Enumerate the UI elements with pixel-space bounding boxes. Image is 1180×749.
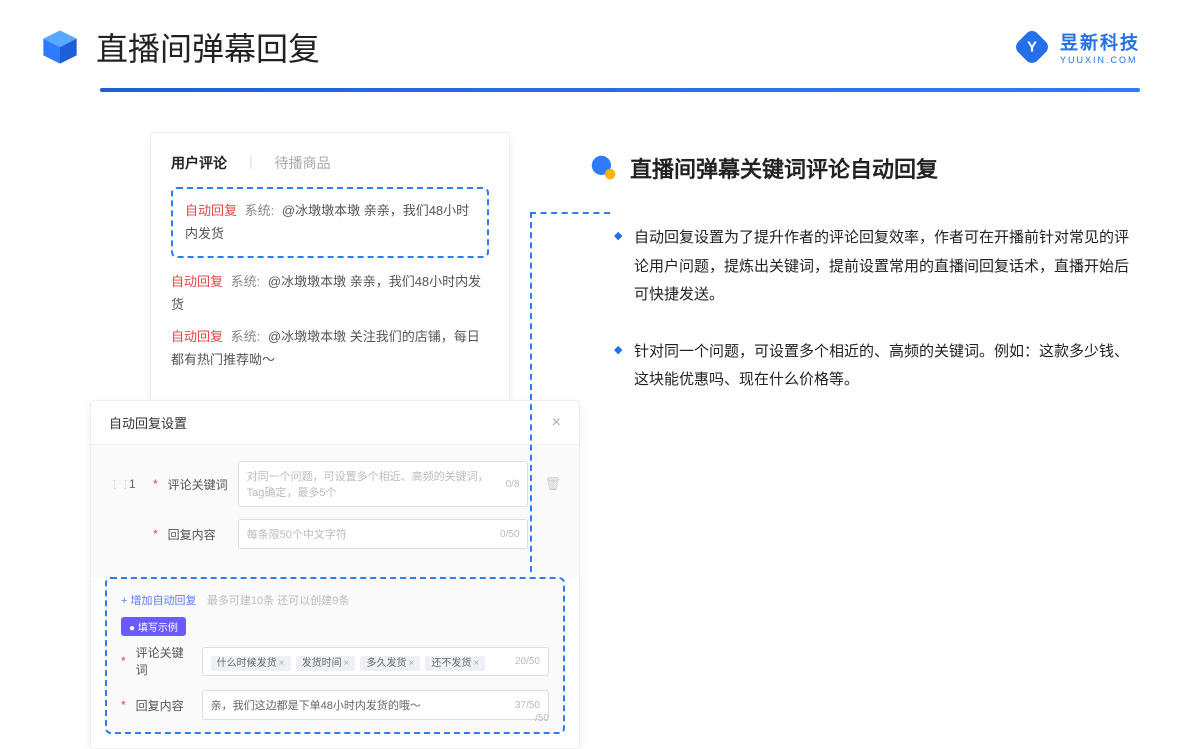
ex-content-text: 亲，我们这边都是下单48小时内发货的哦～ <box>211 697 421 713</box>
section-subtitle: 直播间弹幕关键词评论自动回复 <box>630 152 938 184</box>
tab-user-comments[interactable]: 用户评论 <box>171 153 227 173</box>
required-star-icon: * <box>153 477 158 491</box>
brand: Y 昱新科技 YUUXIN.COM <box>1014 29 1140 65</box>
keyword-tag[interactable]: 发货时间× <box>296 656 356 671</box>
row-number: 1 <box>129 477 143 491</box>
settings-dialog: 自动回复设置 × ⋮⋮ 1 * 评论关键词 对同一个问题，可设置多个相近、高频的… <box>90 400 580 749</box>
ex-content-label: 回复内容 <box>136 697 192 714</box>
tag-group: 什么时候发货× 发货时间× 多久发货× 还不发货× <box>211 654 488 669</box>
comments-card: 用户评论 | 待播商品 自动回复 系统: @冰墩墩本墩 亲亲，我们48小时内发货… <box>150 132 510 404</box>
system-tag: 系统: <box>231 274 261 289</box>
comment-line: 自动回复 系统: @冰墩墩本墩 亲亲，我们48小时内发货 <box>171 270 489 317</box>
title-wrap: 直播间弹幕回复 <box>40 24 320 70</box>
auto-reply-tag: 自动回复 <box>185 203 237 218</box>
add-hint: 最多可建10条 还可以创建9条 <box>207 595 349 607</box>
keyword-tag[interactable]: 多久发货× <box>360 656 420 671</box>
chat-bubble-icon <box>590 154 618 182</box>
highlighted-comment: 自动回复 系统: @冰墩墩本墩 亲亲，我们48小时内发货 <box>171 187 489 258</box>
required-star-icon: * <box>121 654 126 668</box>
keyword-input[interactable]: 对同一个问题，可设置多个相近、高频的关键词，Tag确定，最多5个 0/8 <box>238 461 529 507</box>
left-panel: 用户评论 | 待播商品 自动回复 系统: @冰墩墩本墩 亲亲，我们48小时内发货… <box>90 132 540 749</box>
ex-keyword-label: 评论关键词 <box>136 644 192 678</box>
brand-name: 昱新科技 <box>1060 29 1140 55</box>
ex-keyword-input[interactable]: 什么时候发货× 发货时间× 多久发货× 还不发货× 20/50 <box>202 647 549 676</box>
content-label: 回复内容 <box>168 526 228 543</box>
keyword-label: 评论关键词 <box>168 476 228 493</box>
add-row: + 增加自动回复 最多可建10条 还可以创建9条 <box>121 591 549 609</box>
tab-pending-goods[interactable]: 待播商品 <box>275 153 331 173</box>
form-section: ⋮⋮ 1 * 评论关键词 对同一个问题，可设置多个相近、高频的关键词，Tag确定… <box>91 445 579 577</box>
connector-line <box>530 212 532 572</box>
content: 用户评论 | 待播商品 自动回复 系统: @冰墩墩本墩 亲亲，我们48小时内发货… <box>0 92 1180 749</box>
required-star-icon: * <box>121 698 126 712</box>
auto-reply-tag: 自动回复 <box>171 329 223 344</box>
brand-sub: YUUXIN.COM <box>1060 55 1140 65</box>
keyword-placeholder: 对同一个问题，可设置多个相近、高频的关键词，Tag确定，最多5个 <box>247 468 506 500</box>
system-tag: 系统: <box>245 203 275 218</box>
ex-content-count: 37/50 <box>515 700 540 711</box>
svg-text:Y: Y <box>1027 39 1037 56</box>
keyword-count: 0/8 <box>506 479 520 490</box>
right-panel: 直播间弹幕关键词评论自动回复 自动回复设置为了提升作者的评论回复效率，作者可在开… <box>590 132 1140 749</box>
delete-icon[interactable]: 🗑 <box>544 476 561 492</box>
connector-line <box>530 212 610 214</box>
drag-handle-icon[interactable]: ⋮⋮ <box>109 478 119 491</box>
content-count: 0/50 <box>500 529 519 540</box>
brand-logo-icon: Y <box>1014 29 1050 65</box>
auto-reply-tag: 自动回复 <box>171 274 223 289</box>
cube-icon <box>40 27 80 67</box>
comment-line: 自动回复 系统: @冰墩墩本墩 关注我们的店铺，每日都有热门推荐呦～ <box>171 325 489 372</box>
outside-counter: /50 <box>535 713 549 724</box>
content-placeholder: 每条限50个中文字符 <box>247 526 347 542</box>
system-tag: 系统: <box>231 329 261 344</box>
ex-content-input[interactable]: 亲，我们这边都是下单48小时内发货的哦～ 37/50 <box>202 690 549 720</box>
example-box: + 增加自动回复 最多可建10条 还可以创建9条 ● 填写示例 * 评论关键词 … <box>105 577 565 734</box>
keyword-tag[interactable]: 还不发货× <box>425 656 485 671</box>
content-row: * 回复内容 每条限50个中文字符 0/50 🗑 <box>109 519 561 549</box>
subtitle-wrap: 直播间弹幕关键词评论自动回复 <box>590 152 1140 184</box>
header: 直播间弹幕回复 Y 昱新科技 YUUXIN.COM <box>0 0 1180 70</box>
tabs: 用户评论 | 待播商品 <box>171 153 489 173</box>
example-keyword-row: * 评论关键词 什么时候发货× 发货时间× 多久发货× 还不发货× 20/50 <box>121 644 549 678</box>
add-auto-reply-button[interactable]: + 增加自动回复 <box>121 595 196 607</box>
dialog-title: 自动回复设置 <box>109 413 187 432</box>
comment-line: 自动回复 系统: @冰墩墩本墩 亲亲，我们48小时内发货 <box>185 199 475 246</box>
bullet-list: 自动回复设置为了提升作者的评论回复效率，作者可在开播前针对常见的评论用户问题，提… <box>590 224 1140 395</box>
bullet-item: 针对同一个问题，可设置多个相近的、高频的关键词。例如：这款多少钱、这块能优惠吗、… <box>614 338 1140 395</box>
keyword-tag[interactable]: 什么时候发货× <box>211 656 291 671</box>
content-input[interactable]: 每条限50个中文字符 0/50 <box>238 519 529 549</box>
ex-keyword-count: 20/50 <box>515 656 540 667</box>
dialog-header: 自动回复设置 × <box>91 401 579 445</box>
close-icon[interactable]: × <box>552 414 561 432</box>
required-star-icon: * <box>153 527 158 541</box>
example-badge: ● 填写示例 <box>121 617 186 636</box>
keyword-row: ⋮⋮ 1 * 评论关键词 对同一个问题，可设置多个相近、高频的关键词，Tag确定… <box>109 461 561 507</box>
page-title: 直播间弹幕回复 <box>96 24 320 70</box>
tab-separator: | <box>249 153 253 173</box>
example-content-row: * 回复内容 亲，我们这边都是下单48小时内发货的哦～ 37/50 <box>121 690 549 720</box>
bullet-item: 自动回复设置为了提升作者的评论回复效率，作者可在开播前针对常见的评论用户问题，提… <box>614 224 1140 310</box>
